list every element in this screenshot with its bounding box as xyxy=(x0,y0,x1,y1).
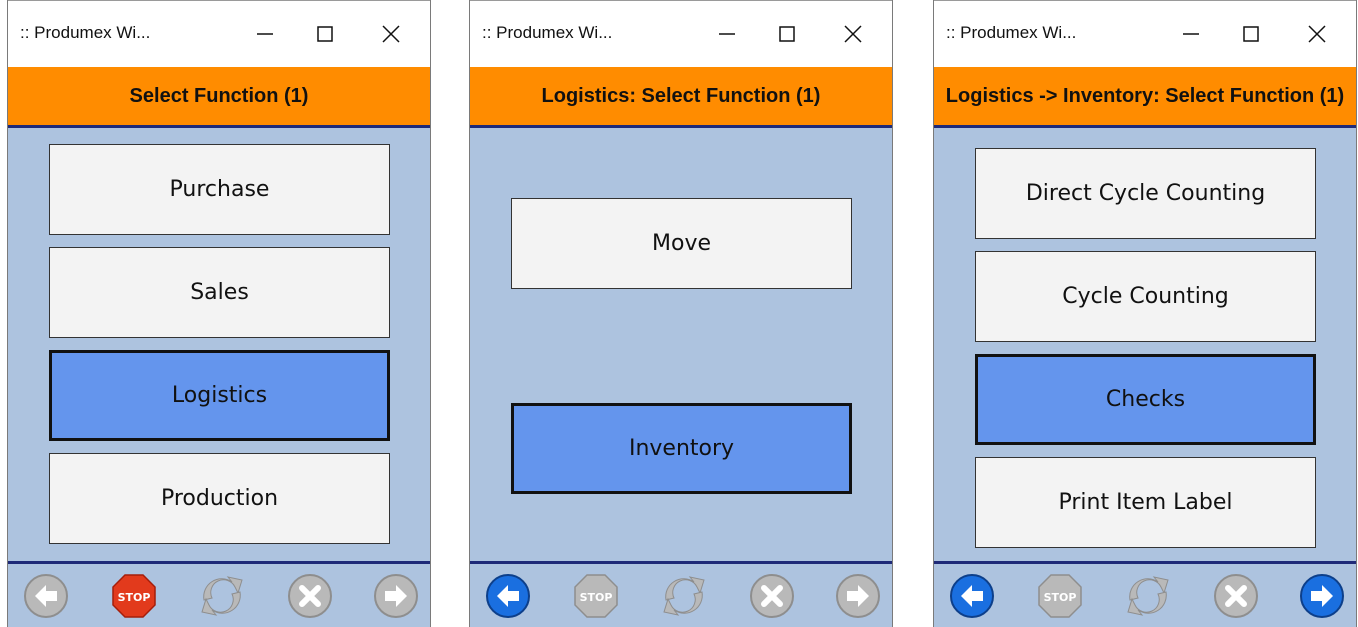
inventory-button[interactable]: Inventory xyxy=(511,403,852,494)
close-button[interactable] xyxy=(374,17,408,51)
maximize-button[interactable] xyxy=(770,17,804,51)
minimize-button[interactable] xyxy=(1174,17,1208,51)
sales-button[interactable]: Sales xyxy=(49,247,390,338)
window-3: :: Produmex Wi... Logistics -> Inventory… xyxy=(933,0,1357,627)
function-list: Direct Cycle Counting Cycle Counting Che… xyxy=(934,128,1356,561)
minimize-button[interactable] xyxy=(710,17,744,51)
window-1: :: Produmex Wi... Select Function (1) Pu… xyxy=(7,0,431,627)
cycle-counting-button[interactable]: Cycle Counting xyxy=(975,251,1316,342)
next-arrow-icon[interactable] xyxy=(834,572,882,620)
logistics-button[interactable]: Logistics xyxy=(49,350,390,441)
cancel-icon[interactable] xyxy=(748,572,796,620)
close-button[interactable] xyxy=(836,17,870,51)
function-list: Move Inventory xyxy=(470,128,892,561)
direct-cycle-counting-button[interactable]: Direct Cycle Counting xyxy=(975,148,1316,239)
maximize-button[interactable] xyxy=(308,17,342,51)
title-bar: :: Produmex Wi... xyxy=(934,0,1356,67)
back-arrow-icon[interactable] xyxy=(22,572,70,620)
cancel-icon[interactable] xyxy=(286,572,334,620)
production-button[interactable]: Production xyxy=(49,453,390,544)
back-arrow-icon[interactable] xyxy=(484,572,532,620)
minimize-button[interactable] xyxy=(248,17,282,51)
title-bar: :: Produmex Wi... xyxy=(470,0,892,67)
navigation-toolbar: STOP xyxy=(934,561,1356,627)
print-item-label-button[interactable]: Print Item Label xyxy=(975,457,1316,548)
window-title: :: Produmex Wi... xyxy=(20,23,151,42)
function-header: Logistics -> Inventory: Select Function … xyxy=(934,67,1356,128)
window-title: :: Produmex Wi... xyxy=(946,23,1077,42)
stop-icon[interactable]: STOP xyxy=(1036,572,1084,620)
window-title: :: Produmex Wi... xyxy=(482,23,613,42)
window-2: :: Produmex Wi... Logistics: Select Func… xyxy=(469,0,893,627)
cancel-icon[interactable] xyxy=(1212,572,1260,620)
refresh-icon[interactable] xyxy=(660,572,708,620)
refresh-icon[interactable] xyxy=(1124,572,1172,620)
function-list: Purchase Sales Logistics Production xyxy=(8,128,430,561)
purchase-button[interactable]: Purchase xyxy=(49,144,390,235)
next-arrow-icon[interactable] xyxy=(372,572,420,620)
stop-label: STOP xyxy=(1044,591,1077,604)
move-button[interactable]: Move xyxy=(511,198,852,289)
stop-label: STOP xyxy=(580,591,613,604)
function-header: Select Function (1) xyxy=(8,67,430,128)
close-button[interactable] xyxy=(1300,17,1334,51)
next-arrow-icon[interactable] xyxy=(1298,572,1346,620)
function-header: Logistics: Select Function (1) xyxy=(470,67,892,128)
navigation-toolbar: STOP xyxy=(470,561,892,627)
checks-button[interactable]: Checks xyxy=(975,354,1316,445)
stop-label: STOP xyxy=(118,591,151,604)
refresh-icon[interactable] xyxy=(198,572,246,620)
title-bar: :: Produmex Wi... xyxy=(8,0,430,67)
back-arrow-icon[interactable] xyxy=(948,572,996,620)
stop-icon[interactable]: STOP xyxy=(572,572,620,620)
navigation-toolbar: STOP xyxy=(8,561,430,627)
stop-icon[interactable]: STOP xyxy=(110,572,158,620)
maximize-button[interactable] xyxy=(1234,17,1268,51)
